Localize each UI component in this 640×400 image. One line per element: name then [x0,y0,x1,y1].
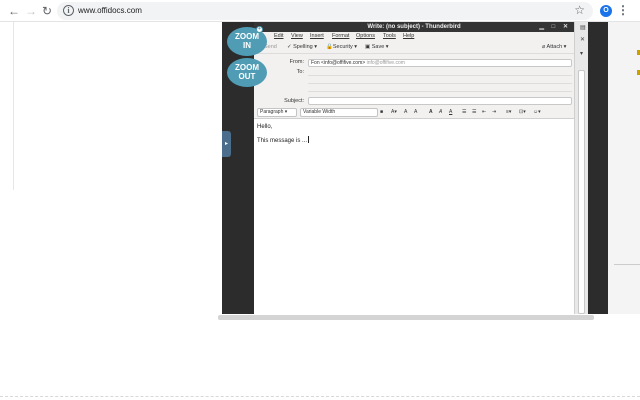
to-label: To: [296,69,304,75]
window-titlebar[interactable]: Write: (no subject) - Thunderbird ▁ □ ✕ [254,22,574,32]
left-panel-edge [0,22,14,190]
paragraph-value: Paragraph [260,109,284,115]
body-line: This message is ... [257,136,310,144]
to-field[interactable] [308,75,572,76]
subject-label: Subject: [284,98,304,104]
security-button[interactable]: 🔒Security ▾ [326,41,357,54]
format-toolbar: Paragraph ▾ Variable Width ■ A▾ A A A A … [254,106,574,119]
font-value: Variable Width [303,109,336,115]
browser-menu-icon[interactable]: ⋮ [617,3,629,17]
smaller-text-icon[interactable]: A [404,106,407,119]
screen: ← → ↻ i www.offidocs.com ☆ O ⋮ ▸ Write: … [0,0,640,400]
zoom-out-label: ZOOM [235,63,259,72]
outdent-icon[interactable]: ⇤ [482,106,486,119]
body-text: This message is ... [257,138,308,144]
paperclip-icon: ⌀ [542,44,546,50]
paragraph-select[interactable]: Paragraph ▾ [257,108,297,117]
save-label: Save [371,44,385,50]
from-value: Fon <info@offifive.com> [311,60,366,66]
zoom-out-label: OUT [238,72,256,81]
reload-icon[interactable]: ↻ [39,3,55,19]
lock-icon: 🔒 [326,44,333,50]
right-background-strip [608,22,640,314]
url-text[interactable]: www.offidocs.com [78,5,142,17]
extension-icon[interactable]: O [600,5,612,17]
save-button[interactable]: ▣ Save ▾ [365,41,389,54]
recipient-line[interactable] [308,83,572,84]
indent-icon[interactable]: ⇥ [492,106,496,119]
window-controls[interactable]: ▁ □ ✕ [539,22,571,32]
vertical-scrollbar[interactable] [574,22,588,314]
numbered-list-icon[interactable]: ☰ [472,106,476,119]
window-title: Write: (no subject) - Thunderbird [367,24,461,30]
recipient-line[interactable] [308,91,572,92]
info-icon[interactable]: i [63,5,74,16]
horizontal-scrollbar[interactable] [218,315,594,320]
text-caret [308,136,310,143]
menu-tools[interactable]: Tools [383,32,396,41]
menu-bar: Edit View Insert Format Options Tools He… [254,32,574,41]
divider [614,264,640,265]
font-size-icon[interactable]: A▾ [391,106,397,119]
from-label: From: [289,59,304,65]
bookmark-star-icon[interactable]: ☆ [574,3,585,17]
security-label: Security [332,44,353,50]
compose-window: Write: (no subject) - Thunderbird ▁ □ ✕ … [254,22,574,314]
from-select[interactable]: Fon <info@offifive.com> info@offifive.co… [308,59,572,67]
menu-format[interactable]: Format [332,32,349,41]
back-arrow-icon[interactable]: ← [6,3,22,19]
close-icon[interactable]: ✕ [580,36,585,43]
emoji-icon[interactable]: ☺▾ [533,106,541,119]
attach-button[interactable]: ⌀ Attach ▾ [542,41,566,54]
attach-label: Attach [546,44,563,50]
menu-options[interactable]: Options [356,32,375,41]
browser-toolbar: ← → ↻ i www.offidocs.com ☆ O ⋮ [0,0,640,22]
subject-input[interactable] [308,97,572,105]
message-body[interactable]: Hello, This message is ... [254,119,574,314]
spelling-label: Spelling [293,44,313,50]
from-alias: info@offifive.com [366,60,405,66]
insert-icon[interactable]: ⊡▾ [519,106,526,119]
save-icon: ▣ [365,44,371,50]
menu-help[interactable]: Help [403,32,414,41]
menu-edit[interactable]: Edit [274,32,283,41]
side-panel-toggle[interactable]: ▸ [222,131,231,157]
font-select[interactable]: Variable Width [300,108,378,117]
spelling-icon: ✓ [287,44,292,50]
panel-icon[interactable]: ▤ [580,24,586,31]
address-bar[interactable]: i www.offidocs.com ☆ [57,2,593,20]
chevron-down-icon[interactable]: ▾ [580,50,583,57]
forward-arrow-icon[interactable]: → [23,3,39,19]
menu-insert[interactable]: Insert [310,32,324,41]
text-color-icon[interactable]: ■ [380,106,383,119]
zoom-out-button[interactable]: ZOOM OUT [227,58,267,87]
bullet-list-icon[interactable]: ☰ [462,106,466,119]
zoom-badge-icon[interactable]: + [256,26,263,33]
body-line: Hello, [257,124,273,130]
italic-icon[interactable]: A [439,106,442,119]
scrollbar-thumb[interactable] [578,70,585,314]
compose-toolbar: Send ✓ Spelling ▾ 🔒Security ▾ ▣ Save ▾ ⌀… [254,41,574,54]
spelling-button[interactable]: ✓ Spelling ▾ [287,41,317,54]
underline-icon[interactable]: A [449,106,452,119]
zoom-in-label: ZOOM [235,32,259,41]
bold-icon[interactable]: A [429,106,433,119]
menu-view[interactable]: View [291,32,303,41]
zoom-in-label: IN [243,41,251,50]
larger-text-icon[interactable]: A [414,106,417,119]
divider [0,396,640,400]
align-icon[interactable]: ≡▾ [506,106,511,119]
address-headers: From: Fon <info@offifive.com> info@offif… [254,54,574,106]
